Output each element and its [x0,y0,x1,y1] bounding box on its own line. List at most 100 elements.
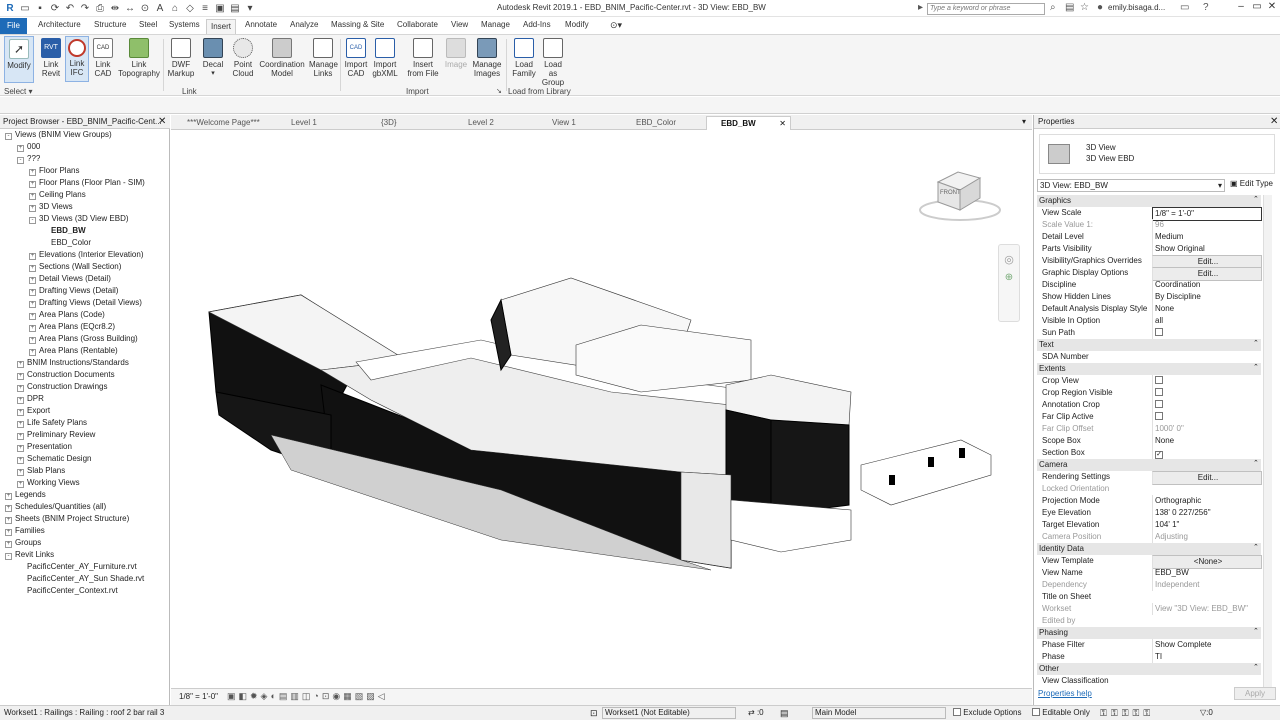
worksets-icon[interactable]: ⊡ [590,706,598,720]
tab-ebd-color[interactable]: EBD_Color [622,116,702,130]
property-value[interactable] [1152,327,1262,339]
collapse-section-icon[interactable]: ⌃ [1253,459,1259,467]
browser-item[interactable]: + Families [5,525,45,537]
property-value[interactable] [1152,411,1262,423]
property-row[interactable]: Far Clip Offset 1000' 0" [1037,423,1261,435]
user-icon[interactable]: ● [1097,2,1103,13]
property-value[interactable]: all [1152,315,1262,327]
tab-3d[interactable]: {3D} [367,116,443,130]
property-value[interactable]: EBD_BW [1152,567,1262,579]
browser-item[interactable]: + Area Plans (Rentable) [29,345,118,357]
browser-item[interactable]: + Export [17,405,50,417]
sync-icon[interactable]: ⟳ [49,2,61,14]
dimension-icon[interactable]: ↔ [124,2,136,14]
3d-view-icon[interactable]: ⌂ [169,2,181,14]
view-control-icons[interactable]: ▣◧✹◈◐▤▥◫◔⊡◉▦▧▨◁ [227,691,388,702]
instance-selector[interactable]: 3D View: EBD_BW ▾ [1037,179,1225,192]
property-row[interactable]: Rendering Settings Edit... [1037,471,1262,485]
property-section[interactable]: Camera [1037,459,1261,471]
favorites-icon[interactable]: ☆ [1080,2,1089,13]
editable-only-toggle[interactable]: Editable Only [1032,706,1090,720]
expand-icon[interactable]: + [17,361,24,368]
apply-button[interactable]: Apply [1234,687,1276,700]
close-hidden-icon[interactable]: ▣ [214,2,226,14]
close-window-icon[interactable]: ✕ [1264,1,1280,15]
property-row[interactable]: Far Clip Active [1037,411,1261,423]
property-row[interactable]: View Template <None> [1037,555,1262,569]
browser-item[interactable]: + Schedules/Quantities (all) [5,501,106,513]
cart-icon[interactable]: ▭ [1180,2,1189,13]
browser-item[interactable]: + Legends [5,489,46,501]
expand-icon[interactable]: + [29,313,36,320]
expand-icon[interactable]: + [29,301,36,308]
edit-type-button[interactable]: ▣ Edit Type [1230,179,1273,188]
tab-manage[interactable]: Manage [481,20,510,29]
maximize-icon[interactable]: ▭ [1249,1,1265,15]
browser-item[interactable]: + Sheets (BNIM Project Structure) [5,513,129,525]
open-icon[interactable]: ▭ [19,2,31,14]
save-icon[interactable]: ▪ [34,2,46,14]
expand-icon[interactable]: + [29,205,36,212]
expand-icon[interactable]: + [29,325,36,332]
property-row[interactable]: View Scale 1/8" = 1'-0" [1037,207,1262,221]
property-value[interactable]: 1000' 0" [1152,423,1262,435]
browser-item[interactable]: + Drafting Views (Detail Views) [29,297,142,309]
editing-requests[interactable]: ⇄ :0 [748,706,764,720]
tag-icon[interactable]: ⊙ [139,2,151,14]
customize-qat-icon[interactable]: ▾ [244,2,256,14]
property-row[interactable]: Detail Level Medium [1037,231,1261,243]
browser-item[interactable]: + Ceiling Plans [29,189,86,201]
property-value[interactable] [1152,399,1262,411]
collapse-section-icon[interactable]: ⌃ [1253,363,1259,371]
import-gbxml-button[interactable]: Import gbXML [371,36,399,78]
browser-item[interactable]: + Slab Plans [17,465,65,477]
dwf-markup-button[interactable]: DWF Markup [165,36,197,78]
property-row[interactable]: Parts Visibility Show Original [1037,243,1261,255]
browser-item[interactable]: +000 [17,141,40,153]
property-row[interactable]: Title on Sheet [1037,591,1261,603]
property-row[interactable]: Eye Elevation 138' 0 227/256" [1037,507,1261,519]
load-as-group-button[interactable]: Load as Group [540,36,566,87]
property-row[interactable]: Target Elevation 104' 1" [1037,519,1261,531]
close-browser-icon[interactable]: ✕ [158,116,166,127]
property-row[interactable]: Annotation Crop [1037,399,1261,411]
link-revit-button[interactable]: RVT Link Revit [38,36,64,78]
property-row[interactable]: Phase TI [1037,651,1261,663]
point-cloud-button[interactable]: Point Cloud [229,36,257,78]
property-row[interactable]: Phase Filter Show Complete [1037,639,1261,651]
property-section[interactable]: Graphics [1037,195,1261,207]
decal-button[interactable]: Decal ▾ [200,36,226,78]
property-value[interactable] [1152,375,1262,387]
browser-item[interactable]: + DPR [17,393,44,405]
expand-icon[interactable]: + [29,265,36,272]
property-value[interactable]: None [1152,303,1262,315]
properties-scrollbar[interactable] [1263,195,1272,687]
property-checkbox[interactable] [1155,328,1163,336]
property-value[interactable]: Show Complete [1152,639,1262,651]
insert-from-file-button[interactable]: Insert from File [405,36,441,78]
property-row[interactable]: Graphic Display Options Edit... [1037,267,1262,281]
select-group-label[interactable]: Select ▾ [4,87,32,96]
property-value[interactable]: TI [1152,651,1262,663]
tab-architecture[interactable]: Architecture [38,20,81,29]
tab-view[interactable]: View [451,20,468,29]
load-family-button[interactable]: Load Family [509,36,539,78]
expand-icon[interactable]: + [17,433,24,440]
property-row[interactable]: Crop Region Visible [1037,387,1261,399]
property-value[interactable]: ✓ [1152,447,1262,459]
collapse-section-icon[interactable]: ⌃ [1253,543,1259,551]
property-value[interactable] [1152,387,1262,399]
expand-icon[interactable]: + [29,277,36,284]
exclude-options-checkbox[interactable] [953,708,961,716]
expand-icon[interactable]: + [29,169,36,176]
property-row[interactable]: Sun Path [1037,327,1261,339]
browser-item[interactable]: - Views (BNIM View Groups) [5,129,112,141]
expand-icon[interactable]: + [17,145,24,152]
tab-insert[interactable]: Insert [206,19,237,34]
browser-item[interactable]: - Revit Links [5,549,54,561]
expand-icon[interactable]: + [5,517,12,524]
collapse-section-icon[interactable]: ⌃ [1253,663,1259,671]
property-row[interactable]: Scope Box None [1037,435,1261,447]
expand-icon[interactable]: + [29,289,36,296]
collapse-section-icon[interactable]: ⌃ [1253,627,1259,635]
